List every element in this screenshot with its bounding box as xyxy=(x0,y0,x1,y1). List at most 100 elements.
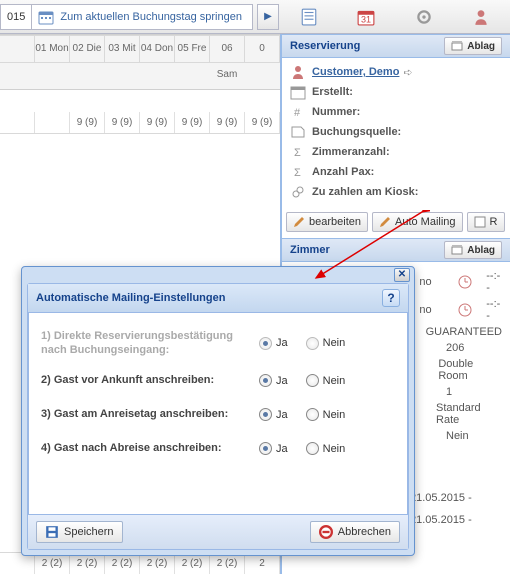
bottom-count-cell: 2 (2) xyxy=(210,553,245,574)
bottom-count-cell: 2 (2) xyxy=(140,553,175,574)
calendar-icon[interactable] xyxy=(38,9,54,25)
no-value: no xyxy=(419,304,444,316)
mailing-question: 2) Gast vor Ankunft anschreiben: Ja Nein xyxy=(41,364,395,398)
time-value: --:-- xyxy=(486,298,502,322)
day-cell[interactable]: 01 Mon xyxy=(35,36,70,62)
day-cell[interactable]: 04 Don xyxy=(140,36,175,62)
field-icon: Σ xyxy=(290,144,306,160)
detail-row: Σ Zimmeranzahl: 1 xyxy=(290,142,502,162)
r-button[interactable]: R xyxy=(467,212,505,232)
svg-text:31: 31 xyxy=(361,15,371,25)
settings-icon[interactable] xyxy=(415,8,433,26)
radio-no[interactable]: Nein xyxy=(306,442,346,455)
date-jump-box: 015 Zum aktuellen Buchungstag springen xyxy=(0,4,253,30)
availability-cell xyxy=(0,112,35,133)
calendar-toolbar-icon[interactable]: 31 xyxy=(357,8,375,26)
calendar-header: 01 Mon02 Die03 Mit04 Don05 Fre06 Sam0 xyxy=(0,34,280,90)
day-cell[interactable] xyxy=(0,36,35,62)
room-title: Zimmer xyxy=(290,244,330,256)
field-label: Nummer: xyxy=(312,106,360,118)
bottom-count-cell: 2 xyxy=(245,553,280,574)
availability-cell: 9 (9) xyxy=(140,112,175,133)
dialog-heading: Automatische Mailing-Einstellungen ? xyxy=(28,284,408,313)
dialog-body: 1) Direkte Reservierungsbestätigung nach… xyxy=(28,313,408,514)
partial-number: 015 xyxy=(1,5,32,29)
detail-row: Σ Anzahl Pax: 1 xyxy=(290,162,502,182)
user-icon[interactable] xyxy=(472,8,490,26)
mailing-question: 1) Direkte Reservierungsbestätigung nach… xyxy=(41,323,395,364)
detail-row: # Nummer: 1208 xyxy=(290,102,502,122)
time-value: --:-- xyxy=(486,270,502,294)
svg-text:#: # xyxy=(294,107,301,119)
day-cell[interactable]: 0 xyxy=(245,36,280,62)
day-cell[interactable]: 02 Die xyxy=(70,36,105,62)
date-text-2: 21.05.2015 - xyxy=(410,514,472,526)
auto-mailing-button[interactable]: Auto Mailing xyxy=(372,212,463,232)
mailing-question: 3) Gast am Anreisetag anschreiben: Ja Ne… xyxy=(41,398,395,432)
edit-button[interactable]: bearbeiten xyxy=(286,212,368,232)
bottom-count-cell: 2 (2) xyxy=(35,553,70,574)
question-label: 3) Gast am Anreisetag anschreiben: xyxy=(41,407,259,421)
notes-icon[interactable] xyxy=(300,8,318,26)
dialog-titlebar: ✕ xyxy=(22,267,414,281)
availability-cell: 9 (9) xyxy=(245,112,280,133)
radio-yes: Ja xyxy=(259,337,288,350)
day-cell[interactable]: 06 Sam xyxy=(210,36,245,62)
field-icon: Σ xyxy=(290,164,306,180)
availability-row: 9 (9)9 (9)9 (9)9 (9)9 (9)9 (9) xyxy=(0,112,280,134)
next-button[interactable]: ▶ xyxy=(257,4,279,30)
radio-yes[interactable]: Ja xyxy=(259,408,288,421)
availability-cell: 9 (9) xyxy=(70,112,105,133)
reservation-actions: bearbeiten Auto Mailing R xyxy=(282,206,510,238)
question-label: 4) Gast nach Abreise anschreiben: xyxy=(41,441,259,455)
availability-cell: 9 (9) xyxy=(210,112,245,133)
day-cell[interactable]: 03 Mit xyxy=(105,36,140,62)
top-toolbar: 015 Zum aktuellen Buchungstag springen ▶… xyxy=(0,0,510,34)
bottom-count-cell: 2 (2) xyxy=(105,553,140,574)
ablage-button[interactable]: Ablag xyxy=(444,37,502,55)
customer-link[interactable]: Customer, Demo xyxy=(312,66,399,78)
field-icon: # xyxy=(290,104,306,120)
help-button[interactable]: ? xyxy=(382,289,400,307)
radio-yes[interactable]: Ja xyxy=(259,442,288,455)
radio-no[interactable]: Nein xyxy=(306,374,346,387)
radio-no: Nein xyxy=(306,337,346,350)
clock-icon xyxy=(458,303,472,317)
radio-yes[interactable]: Ja xyxy=(259,374,288,387)
bottom-count-cell: 2 (2) xyxy=(175,553,210,574)
day-row: 01 Mon02 Die03 Mit04 Don05 Fre06 Sam0 xyxy=(0,35,280,62)
auto-mailing-dialog: ✕ Automatische Mailing-Einstellungen ? 1… xyxy=(21,266,415,556)
question-label: 1) Direkte Reservierungsbestätigung nach… xyxy=(41,329,259,358)
room-ablage-button[interactable]: Ablag xyxy=(444,241,502,259)
no-value: no xyxy=(419,276,444,288)
reservation-title: Reservierung xyxy=(290,40,360,52)
field-label: Zimmeranzahl: xyxy=(312,146,390,158)
toolbar-right: 31 xyxy=(280,0,510,34)
field-label: Erstellt: xyxy=(312,86,353,98)
detail-row: Erstellt: 03.02.2016 14:5 xyxy=(290,82,502,102)
availability-cell xyxy=(35,112,70,133)
arrow-right-icon[interactable]: ➪ xyxy=(403,66,412,79)
radio-no[interactable]: Nein xyxy=(306,408,346,421)
dialog-footer: Speichern Abbrechen xyxy=(28,514,408,549)
jump-link[interactable]: Zum aktuellen Buchungstag springen xyxy=(60,11,252,23)
availability-cell: 9 (9) xyxy=(105,112,140,133)
person-icon xyxy=(290,64,306,80)
field-label: Anzahl Pax: xyxy=(312,166,374,178)
day-cell[interactable]: 05 Fre xyxy=(175,36,210,62)
bottom-count-cell xyxy=(0,553,35,574)
save-button[interactable]: Speichern xyxy=(36,521,123,543)
detail-row: Zu zahlen am Kiosk: xyxy=(290,182,502,202)
field-label: Buchungsquelle: xyxy=(312,126,401,138)
field-icon xyxy=(290,124,306,140)
field-label: Zu zahlen am Kiosk: xyxy=(312,186,418,198)
bottom-count-cell: 2 (2) xyxy=(70,553,105,574)
room-header: Zimmer Ablag xyxy=(282,238,510,262)
mailing-question: 4) Gast nach Abreise anschreiben: Ja Nei… xyxy=(41,432,395,466)
week-spacer xyxy=(0,62,280,90)
dialog-close-button[interactable]: ✕ xyxy=(394,268,410,282)
cancel-button[interactable]: Abbrechen xyxy=(310,521,400,543)
date-text-1: 21.05.2015 - xyxy=(410,492,472,504)
reservation-header: Reservierung Ablag xyxy=(282,34,510,58)
field-icon xyxy=(290,84,306,100)
